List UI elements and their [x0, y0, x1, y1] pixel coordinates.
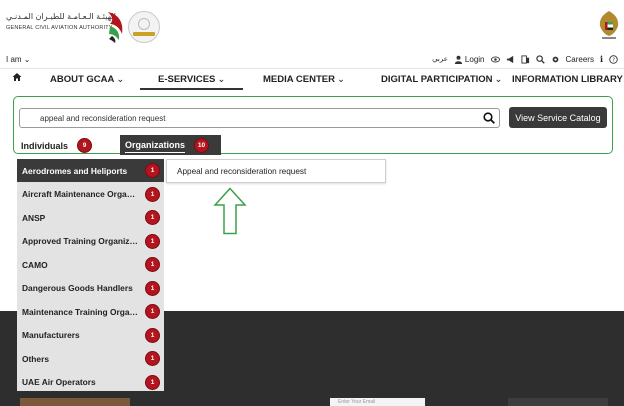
search-icon[interactable] — [535, 54, 545, 64]
count-badge: 1 — [145, 257, 160, 272]
login-label: Login — [464, 54, 485, 64]
category-label: Approved Training Organizations — [22, 236, 140, 246]
category-label: Manufacturers — [22, 330, 80, 340]
chevron-down-icon: ⌄ — [23, 55, 31, 64]
category-others[interactable]: Others 1 — [17, 347, 164, 370]
category-label: Aerodromes and Heliports — [22, 165, 128, 176]
chevron-down-icon: ⌄ — [217, 74, 226, 85]
annotation-arrow-icon — [213, 187, 247, 235]
count-badge: 10 — [194, 137, 210, 153]
count-badge: 1 — [145, 163, 160, 178]
logo-text-arabic: الهيئـة الـعـامـة للطيـران المـدنـي — [6, 12, 116, 21]
category-uae-air-operators[interactable]: UAE Air Operators 1 — [17, 371, 164, 394]
tab-label: Individuals — [21, 140, 69, 151]
gear-icon[interactable] — [551, 55, 560, 64]
count-badge: 1 — [145, 233, 160, 249]
count-badge: 1 — [145, 280, 160, 296]
logo-text-english: GENERAL CIVIL AVIATION AUTHORITY — [6, 25, 113, 31]
language-switch[interactable]: عربي — [432, 55, 448, 63]
category-label: Dangerous Goods Handlers — [22, 283, 133, 293]
login-link[interactable]: Login — [454, 55, 485, 64]
font-size-icon[interactable] — [520, 54, 530, 64]
info-icon[interactable]: i — [600, 54, 603, 64]
count-badge: 1 — [145, 210, 160, 225]
nav-digital-participation[interactable]: DIGITAL PARTICIPATION ⌄ — [381, 74, 503, 85]
megaphone-icon[interactable] — [506, 55, 515, 64]
category-label: ANSP — [22, 212, 46, 223]
count-badge: 1 — [145, 186, 160, 202]
tab-organizations[interactable]: Organizations 10 — [120, 135, 221, 155]
svg-text:?: ? — [612, 57, 615, 63]
user-icon — [454, 55, 463, 64]
service-search-input[interactable] — [40, 111, 480, 125]
nav-information-library[interactable]: INFORMATION LIBRARY⌄ — [512, 74, 624, 85]
category-aircraft-maintenance-organizations[interactable]: Aircraft Maintenance Organizations 1 — [17, 183, 164, 206]
i-am-label: I am — [6, 55, 22, 64]
nav-label: INFORMATION LIBRARY — [512, 74, 623, 85]
category-approved-training-organizations[interactable]: Approved Training Organizations 1 — [17, 230, 164, 253]
help-icon[interactable]: ? — [609, 54, 618, 64]
category-label: UAE Air Operators — [22, 377, 96, 387]
chevron-down-icon: ⌄ — [336, 74, 345, 85]
category-maintenance-training-organizations[interactable]: Maintenance Training Organizations 1 — [17, 300, 164, 323]
category-dangerous-goods-handlers[interactable]: Dangerous Goods Handlers 1 — [17, 277, 164, 300]
count-badge: 1 — [145, 351, 160, 366]
nav-about-gcaa[interactable]: ABOUT GCAA ⌄ — [50, 74, 124, 85]
service-search-panel: View Service Catalog Individuals 9 Organ… — [13, 96, 613, 155]
uae-emblem-icon — [599, 11, 619, 39]
tab-label: Organizations — [125, 140, 186, 150]
nav-label: E-SERVICES — [158, 74, 216, 85]
tab-individuals[interactable]: Individuals 9 — [21, 138, 93, 153]
newsletter-email-field[interactable]: Enter Your Email — [330, 398, 425, 406]
rating-badge-icon — [128, 11, 160, 43]
nav-label: ABOUT GCAA — [50, 74, 115, 85]
active-nav-indicator — [140, 88, 243, 90]
count-badge: 1 — [145, 374, 160, 390]
category-aerodromes-and-heliports[interactable]: Aerodromes and Heliports 1 — [17, 159, 164, 182]
main-navigation: ABOUT GCAA ⌄ E-SERVICES ⌄ MEDIA CENTER ⌄ DI… — [0, 68, 624, 90]
count-badge: 1 — [145, 304, 160, 319]
careers-link[interactable]: Careers — [566, 55, 594, 64]
category-camo[interactable]: CAMO 1 — [17, 253, 164, 276]
nav-media-center[interactable]: MEDIA CENTER ⌄ — [263, 74, 345, 85]
category-label: Aircraft Maintenance Organizations — [22, 189, 140, 199]
nav-e-services[interactable]: E-SERVICES ⌄ — [158, 74, 225, 85]
count-badge: 9 — [77, 138, 93, 153]
home-icon[interactable] — [12, 72, 22, 82]
category-manufacturers[interactable]: Manufacturers 1 — [17, 324, 164, 347]
category-ansp[interactable]: ANSP 1 — [17, 206, 164, 229]
page: الهيئـة الـعـامـة للطيـران المـدنـي GENE… — [0, 0, 624, 406]
nav-label: DIGITAL PARTICIPATION — [381, 74, 493, 85]
category-label: CAMO — [22, 259, 48, 270]
i-am-dropdown[interactable]: I am ⌄ — [6, 55, 31, 64]
service-search-field[interactable] — [19, 108, 500, 128]
view-service-catalog-button[interactable]: View Service Catalog — [509, 107, 607, 128]
active-tab-underline — [125, 152, 185, 153]
utility-bar: I am ⌄ عربي Login Careers i ? — [0, 54, 624, 68]
footer-image — [20, 398, 130, 406]
chevron-down-icon: ⌄ — [494, 74, 503, 85]
social-links — [508, 398, 608, 406]
utility-links: عربي Login Careers i ? — [432, 54, 618, 64]
category-list: Aerodromes and Heliports 1 Aircraft Main… — [17, 159, 164, 391]
count-badge: 1 — [145, 327, 160, 343]
chevron-down-icon: ⌄ — [116, 74, 125, 85]
search-icon[interactable] — [483, 112, 495, 124]
service-result-item[interactable]: Appeal and reconsideration request — [166, 159, 386, 183]
eye-icon[interactable] — [490, 55, 500, 64]
falcon-emblem-icon — [108, 12, 123, 43]
nav-label: MEDIA CENTER — [263, 74, 335, 85]
category-label: Others — [22, 353, 49, 364]
category-label: Maintenance Training Organizations — [22, 306, 140, 317]
